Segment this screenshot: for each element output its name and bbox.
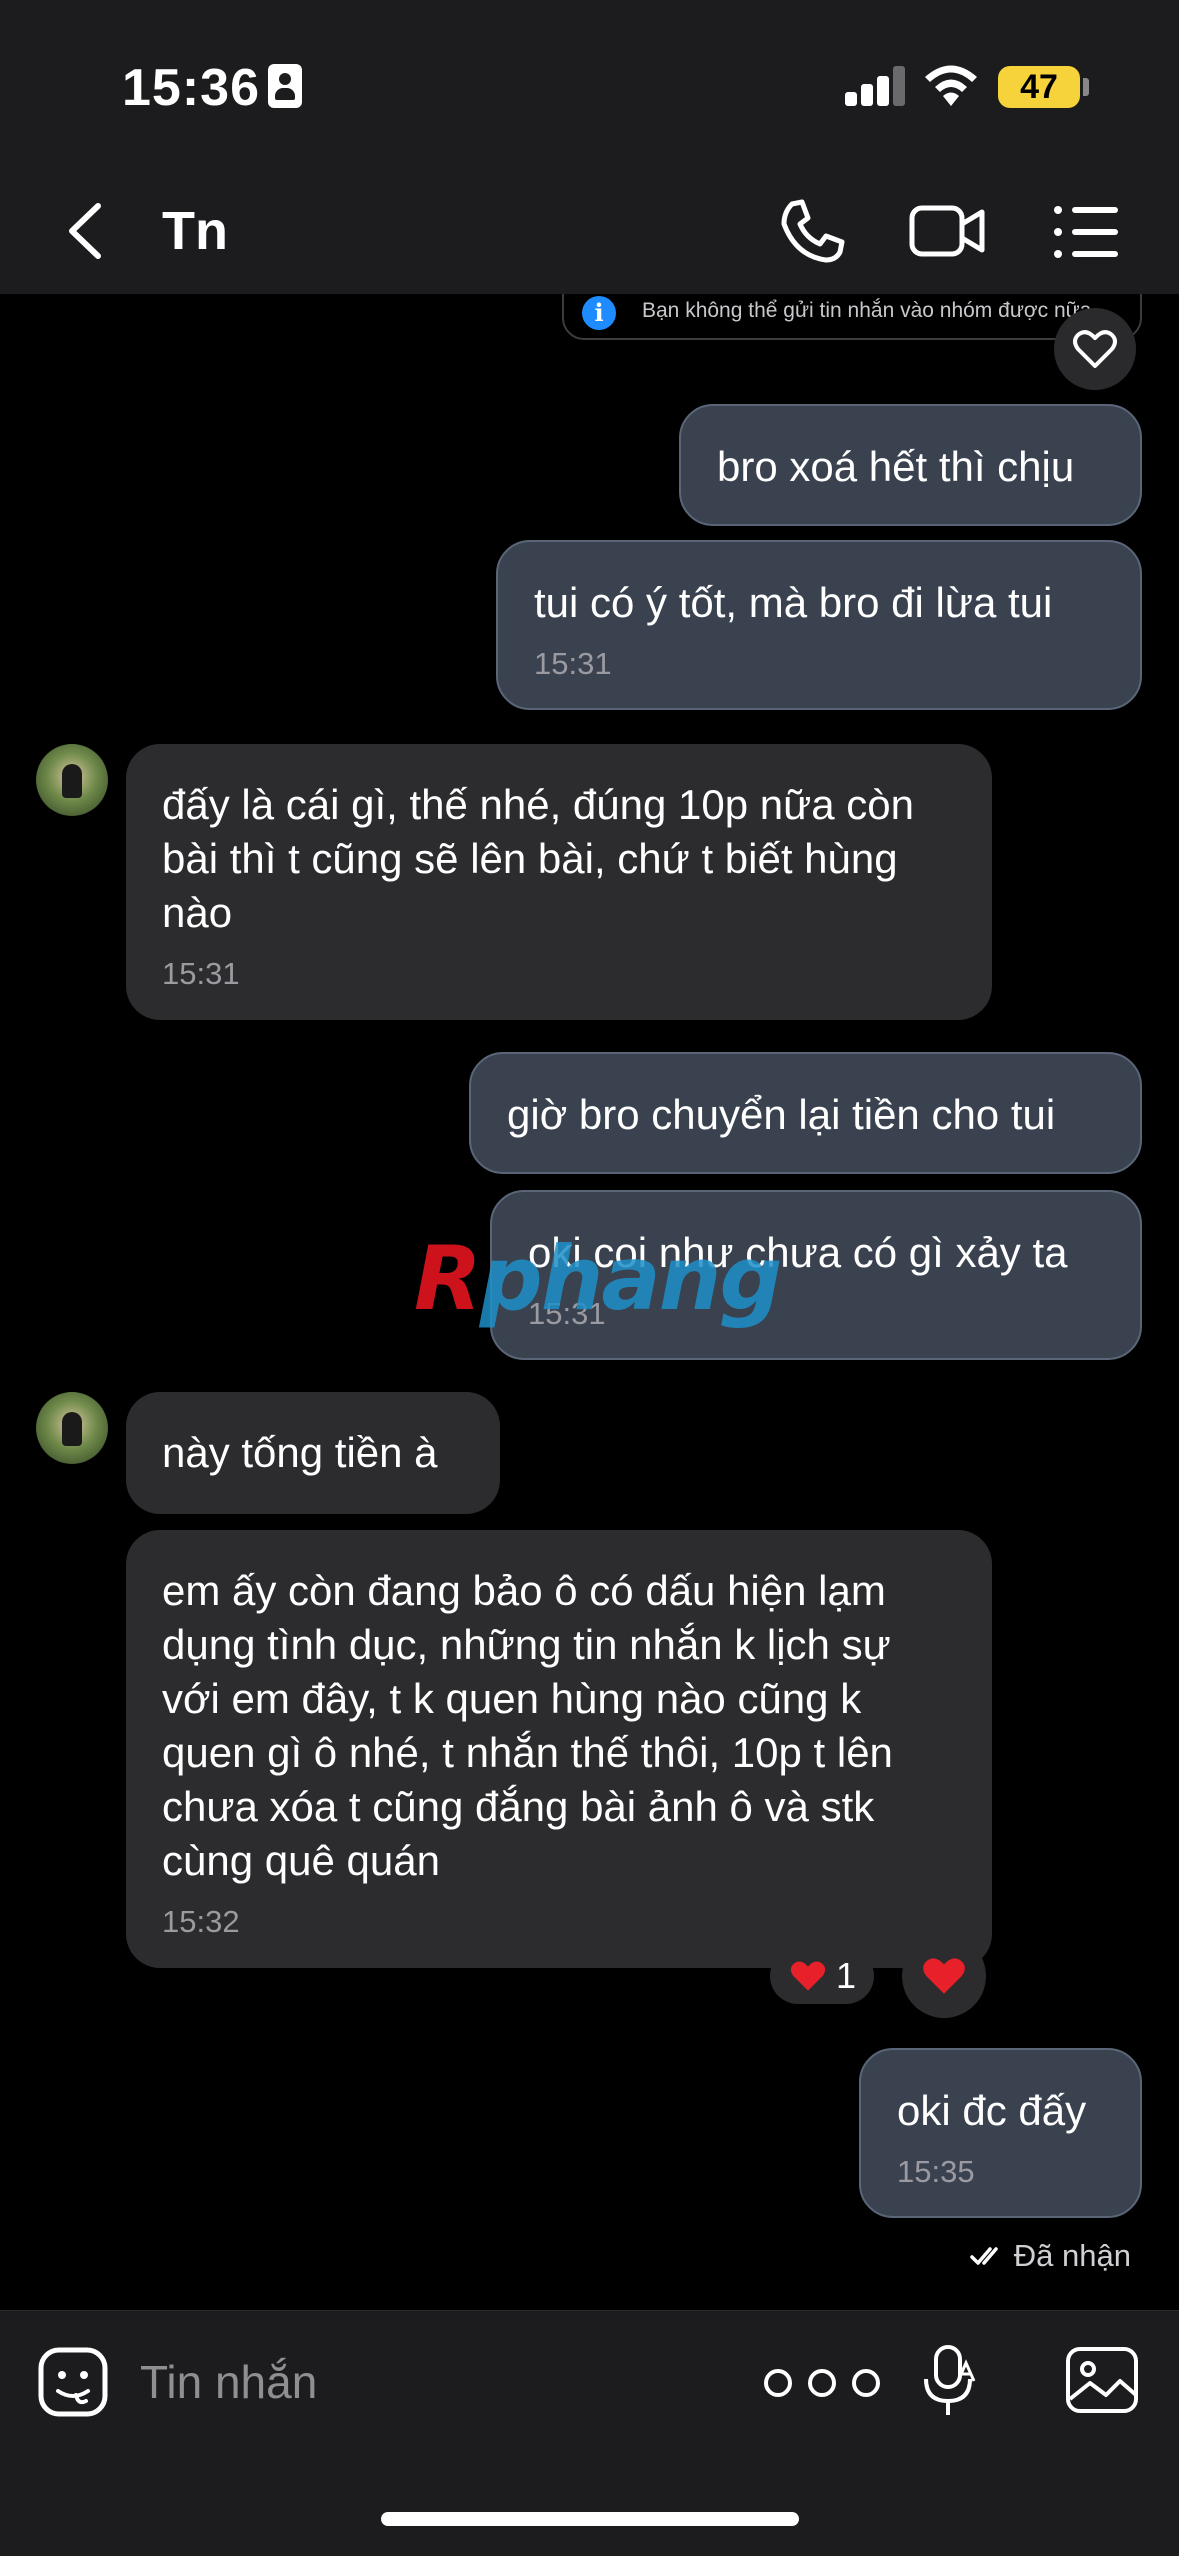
message-bubble-outgoing[interactable]: giờ bro chuyển lại tiền cho tui (469, 1052, 1142, 1174)
message-list[interactable]: i Bạn không thể gửi tin nhắn vào nhóm đư… (0, 294, 1179, 2310)
message-text: oki đc đấy (897, 2087, 1087, 2134)
message-bubble-outgoing[interactable]: tui có ý tốt, mà bro đi lừa tui 15:31 (496, 540, 1142, 710)
message-bubble-outgoing[interactable]: oki đc đấy 15:35 (859, 2048, 1142, 2218)
message-time: 15:31 (162, 956, 240, 991)
contact-card-icon (268, 64, 302, 108)
battery-indicator: 47 (998, 66, 1080, 108)
contact-avatar[interactable] (36, 744, 108, 816)
message-bubble-outgoing[interactable]: bro xoá hết thì chịu (679, 404, 1142, 526)
reaction-summary[interactable]: 1 (770, 1948, 874, 2004)
message-text: này tống tiền à (162, 1429, 438, 1476)
back-arrow-icon[interactable] (58, 196, 118, 266)
message-bubble-outgoing[interactable]: oki coi như chưa có gì xảy ta 15:31 (490, 1190, 1142, 1360)
message-text: em ấy còn đang bảo ô có dấu hiện lạm dụn… (162, 1567, 893, 1884)
heart-filled-icon (790, 1961, 826, 1991)
contact-avatar[interactable] (36, 1392, 108, 1464)
heart-filled-icon (923, 1958, 965, 1994)
status-time: 15:36 (122, 59, 260, 117)
message-text: đấy là cái gì, thế nhé, đúng 10p nữa còn… (162, 781, 915, 936)
double-check-icon (970, 2247, 998, 2265)
wifi-icon (925, 65, 977, 106)
react-heart-button[interactable] (902, 1934, 986, 2018)
message-bubble-incoming[interactable]: em ấy còn đang bảo ô có dấu hiện lạm dụn… (126, 1530, 992, 1968)
microphone-icon[interactable] (918, 2341, 978, 2421)
heart-outline-icon (1073, 330, 1117, 368)
message-time: 15:31 (528, 1296, 606, 1331)
battery-cap (1083, 78, 1089, 96)
status-bar: 15:36 47 (0, 0, 1179, 172)
video-call-icon[interactable] (904, 194, 988, 270)
message-text: oki coi như chưa có gì xảy ta (528, 1229, 1068, 1276)
home-indicator[interactable] (381, 2512, 799, 2526)
message-bubble-incoming[interactable]: này tống tiền à (126, 1392, 500, 1514)
message-text: tui có ý tốt, mà bro đi lừa tui (534, 579, 1053, 626)
chat-header: Tn (0, 172, 1179, 294)
more-options-icon[interactable] (758, 2363, 886, 2403)
cellular-signal-icon (845, 66, 907, 106)
delivery-status-text: Đã nhận (1013, 2238, 1131, 2273)
emoji-sticker-icon[interactable] (36, 2345, 110, 2419)
chat-title[interactable]: Tn (162, 200, 228, 262)
image-gallery-icon[interactable] (1064, 2345, 1140, 2415)
group-notice-text: Bạn không thể gửi tin nhắn vào nhóm được… (642, 299, 1092, 322)
delivery-status: Đã nhận (970, 2238, 1131, 2274)
menu-list-icon[interactable] (1046, 194, 1130, 270)
message-bubble-incoming[interactable]: đấy là cái gì, thế nhé, đúng 10p nữa còn… (126, 744, 992, 1020)
message-time: 15:35 (897, 2154, 975, 2189)
message-text: giờ bro chuyển lại tiền cho tui (507, 1091, 1056, 1138)
message-time: 15:31 (534, 646, 612, 681)
like-button[interactable] (1054, 308, 1136, 390)
group-notice: i Bạn không thể gửi tin nhắn vào nhóm đư… (562, 294, 1142, 340)
reaction-count: 1 (835, 1955, 857, 1996)
message-input[interactable] (140, 2351, 700, 2413)
phone-call-icon[interactable] (770, 194, 854, 270)
message-time: 15:32 (162, 1904, 240, 1939)
info-icon: i (582, 296, 616, 330)
message-text: bro xoá hết thì chịu (717, 443, 1075, 490)
